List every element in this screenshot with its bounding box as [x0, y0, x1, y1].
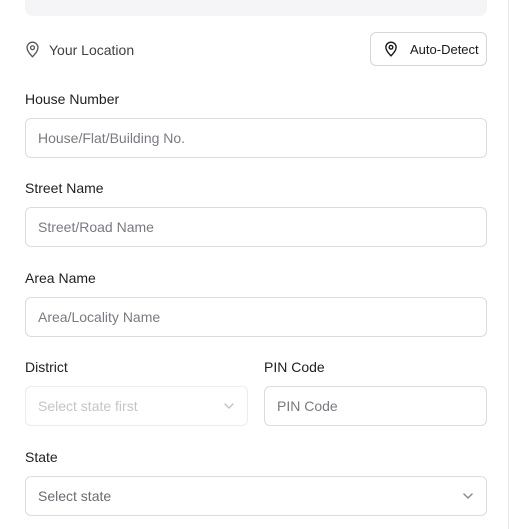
house-number-label: House Number — [25, 91, 120, 107]
address-form-page: Your Location Auto-Detect House Number S… — [0, 0, 509, 529]
pin-code-input[interactable] — [265, 387, 486, 425]
district-label: District — [25, 359, 68, 375]
street-name-field — [25, 207, 487, 247]
street-name-label: Street Name — [25, 180, 104, 196]
area-name-label: Area Name — [25, 270, 96, 286]
state-select[interactable]: Select state — [25, 476, 487, 516]
chevron-down-icon — [224, 403, 234, 409]
state-label: State — [25, 449, 58, 465]
auto-detect-button[interactable]: Auto-Detect — [370, 32, 487, 66]
location-row: Your Location Auto-Detect — [25, 32, 487, 68]
district-select-value: Select state first — [38, 398, 138, 414]
state-select-value: Select state — [38, 488, 112, 504]
chevron-down-icon — [463, 493, 473, 499]
map-pin-icon — [385, 41, 397, 57]
house-number-input[interactable] — [26, 119, 486, 157]
district-select[interactable]: Select state first — [25, 386, 248, 426]
pin-code-label: PIN Code — [264, 359, 325, 375]
pin-code-field — [264, 386, 487, 426]
house-number-field — [25, 118, 487, 158]
auto-detect-label: Auto-Detect — [410, 41, 479, 57]
your-location-label: Your Location — [49, 42, 135, 58]
area-name-input[interactable] — [26, 298, 486, 336]
map-pin-icon — [26, 41, 39, 58]
top-panel — [25, 0, 487, 16]
street-name-input[interactable] — [26, 208, 486, 246]
area-name-field — [25, 297, 487, 337]
